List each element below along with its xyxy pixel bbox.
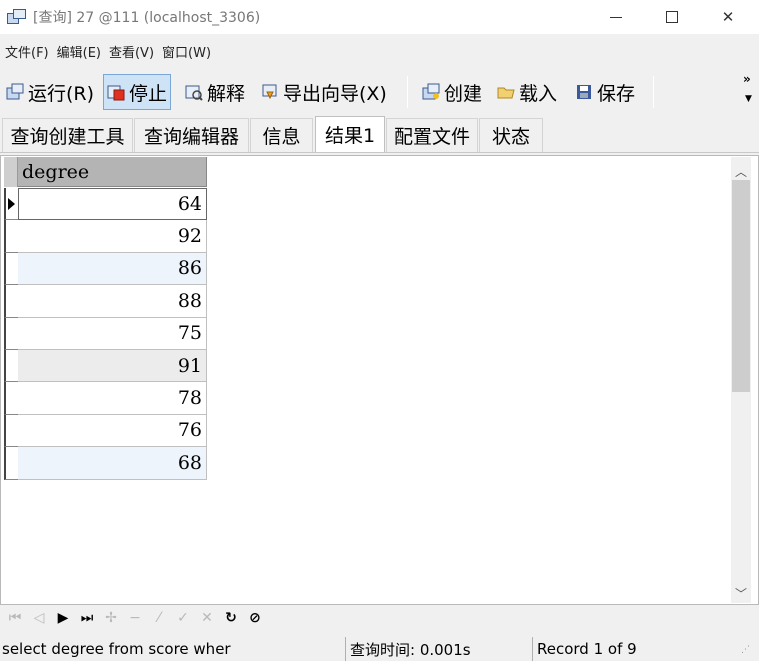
stop-icon <box>107 83 125 101</box>
table-cell[interactable]: 92 <box>18 220 207 253</box>
toolbar-dropdown-icon[interactable]: ▼ <box>745 94 752 104</box>
menu-window[interactable]: 窗口(W) <box>162 42 211 61</box>
load-button[interactable]: 载入 <box>494 74 560 110</box>
table-row[interactable]: 91 <box>4 349 207 383</box>
run-button[interactable]: 运行(R) <box>3 74 97 110</box>
prior-record-icon[interactable]: ◁ <box>30 610 48 626</box>
menu-edit[interactable]: 编辑(E) <box>57 42 101 61</box>
tab-info[interactable]: 信息 <box>250 118 313 152</box>
grid-rows: 64 92 86 88 75 91 78 76 68 <box>4 188 207 480</box>
tab-bar: 查询创建工具 查询编辑器 信息 结果1 配置文件 状态 <box>0 116 759 153</box>
run-label: 运行(R) <box>28 82 95 105</box>
row-indicator[interactable] <box>4 285 18 318</box>
table-row[interactable]: 92 <box>4 220 207 253</box>
row-indicator[interactable] <box>4 220 18 253</box>
vertical-scrollbar[interactable]: ︿ ﹀ <box>731 157 751 603</box>
create-button[interactable]: 创建 <box>419 74 485 110</box>
table-cell[interactable]: 64 <box>18 188 207 221</box>
save-label: 保存 <box>597 82 636 105</box>
save-icon <box>575 83 593 101</box>
row-indicator[interactable] <box>4 317 18 350</box>
refresh-icon[interactable]: ↻ <box>222 610 240 626</box>
column-header-degree[interactable]: degree <box>18 157 207 187</box>
toolbar-separator <box>653 76 654 108</box>
create-icon <box>422 83 440 101</box>
tab-result-1[interactable]: 结果1 <box>315 116 385 152</box>
table-cell[interactable]: 88 <box>18 285 207 318</box>
table-cell[interactable]: 91 <box>18 349 207 383</box>
scroll-down-icon[interactable]: ﹀ <box>735 585 747 602</box>
status-bar: select degree from score wher 查询时间: 0.00… <box>0 637 759 661</box>
export-wizard-button[interactable]: 导出向导(X) <box>258 74 390 110</box>
stop-label: 停止 <box>129 82 168 105</box>
table-row[interactable]: 86 <box>4 252 207 286</box>
row-indicator[interactable] <box>4 349 18 383</box>
edit-record-icon[interactable]: ⁄ <box>150 610 168 626</box>
toolbar: 运行(R) 停止 解释 导出向导(X) 创建 载入 保存 » ▼ <box>0 70 759 114</box>
tab-profile[interactable]: 配置文件 <box>386 118 478 152</box>
stop-refresh-icon[interactable]: ⊘ <box>246 610 264 626</box>
status-query-text: select degree from score wher <box>2 640 231 658</box>
delete-record-icon[interactable]: − <box>126 610 144 626</box>
scroll-up-icon[interactable]: ︿ <box>735 163 747 180</box>
close-button[interactable]: ✕ <box>705 0 751 34</box>
table-cell[interactable]: 68 <box>18 447 207 480</box>
menu-bar: 文件(F) 编辑(E) 查看(V) 窗口(W) <box>0 38 759 64</box>
table-row[interactable]: 68 <box>4 447 207 480</box>
insert-record-icon[interactable]: ✢ <box>102 610 120 626</box>
save-button[interactable]: 保存 <box>572 74 638 110</box>
grid-corner <box>4 157 18 187</box>
export-label: 导出向导(X) <box>283 82 387 105</box>
row-indicator[interactable] <box>4 414 18 448</box>
table-cell[interactable]: 75 <box>18 317 207 350</box>
post-record-icon[interactable]: ✓ <box>174 610 192 626</box>
explain-icon <box>185 83 203 101</box>
table-cell[interactable]: 78 <box>18 382 207 415</box>
table-cell[interactable]: 86 <box>18 252 207 286</box>
scroll-thumb[interactable] <box>732 180 750 392</box>
record-navigator: ⏮ ◁ ▶ ⏭ ✢ − ⁄ ✓ ✕ ↻ ⊘ <box>0 606 759 630</box>
menu-file[interactable]: 文件(F) <box>5 42 49 61</box>
status-record-count: Record 1 of 9 <box>532 637 732 661</box>
toolbar-separator <box>407 76 408 108</box>
create-label: 创建 <box>444 82 483 105</box>
folder-icon <box>497 83 515 101</box>
last-record-icon[interactable]: ⏭ <box>78 610 96 626</box>
result-grid: degree 64 92 86 88 75 91 78 76 68 <box>0 155 759 605</box>
stop-button[interactable]: 停止 <box>103 74 172 110</box>
menu-view[interactable]: 查看(V) <box>109 42 154 61</box>
next-record-icon[interactable]: ▶ <box>54 610 72 626</box>
load-label: 载入 <box>519 82 558 105</box>
export-icon <box>261 83 279 101</box>
toolbar-overflow-icon[interactable]: » <box>743 72 751 86</box>
table-row[interactable]: 76 <box>4 414 207 448</box>
current-row-icon <box>8 198 15 210</box>
run-icon <box>6 83 24 101</box>
minimize-button[interactable] <box>593 0 639 34</box>
table-row[interactable]: 88 <box>4 285 207 318</box>
resize-grip-icon[interactable]: ⋰ <box>741 645 750 655</box>
tab-status[interactable]: 状态 <box>479 118 543 152</box>
maximize-button[interactable] <box>649 0 695 34</box>
tab-query-builder[interactable]: 查询创建工具 <box>2 118 133 152</box>
title-bar: [查询] 27 @111 (localhost_3306) ✕ <box>0 0 759 34</box>
status-query-time: 查询时间: 0.001s <box>345 637 531 661</box>
row-indicator[interactable] <box>4 382 18 415</box>
row-indicator[interactable] <box>4 252 18 286</box>
tab-query-editor[interactable]: 查询编辑器 <box>134 118 249 152</box>
window-title: [查询] 27 @111 (localhost_3306) <box>33 10 261 26</box>
table-row[interactable]: 64 <box>4 188 207 221</box>
row-indicator[interactable] <box>4 188 18 221</box>
explain-button[interactable]: 解释 <box>182 74 248 110</box>
table-cell[interactable]: 76 <box>18 414 207 448</box>
cancel-record-icon[interactable]: ✕ <box>198 610 216 626</box>
table-row[interactable]: 75 <box>4 317 207 350</box>
table-row[interactable]: 78 <box>4 382 207 415</box>
first-record-icon[interactable]: ⏮ <box>6 610 24 626</box>
row-indicator[interactable] <box>4 447 18 480</box>
tab-divider <box>0 152 759 153</box>
app-icon <box>7 8 27 26</box>
explain-label: 解释 <box>207 82 246 105</box>
